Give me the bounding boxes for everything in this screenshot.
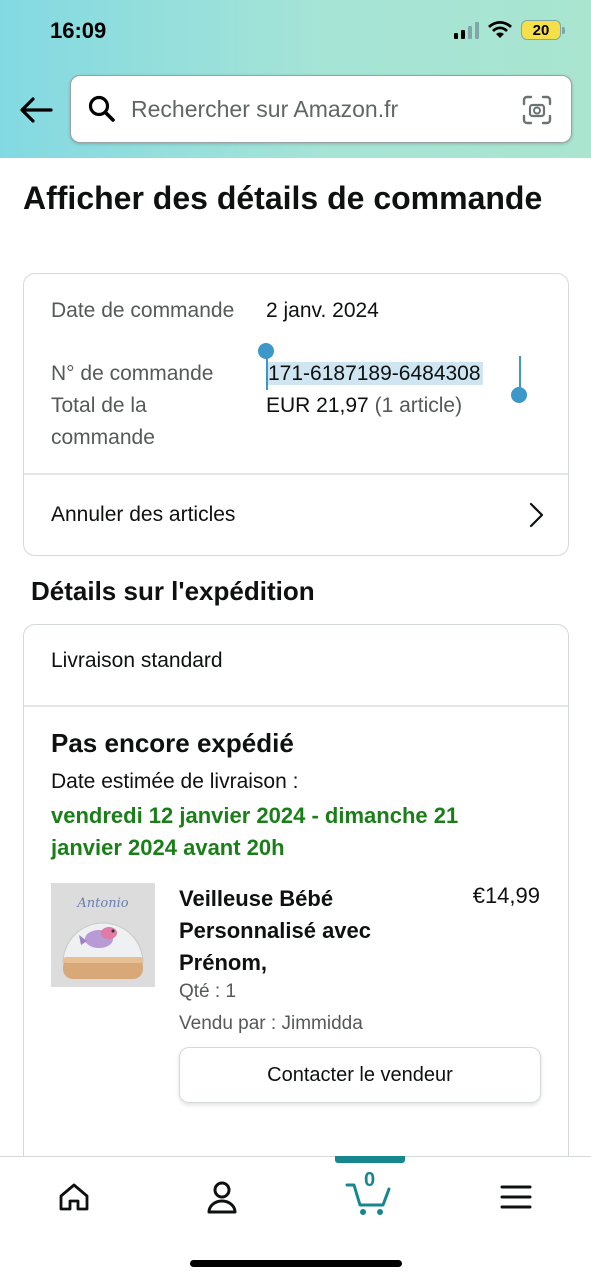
order-total-label: Total de la commande bbox=[51, 394, 155, 449]
order-date-label: Date de commande bbox=[51, 299, 235, 322]
camera-scan-icon[interactable] bbox=[521, 94, 553, 126]
night-light-illustration: Antonio bbox=[51, 883, 155, 987]
product-price: €14,99 bbox=[472, 883, 540, 908]
order-total-amount: EUR 21,97 bbox=[266, 394, 369, 417]
order-item-count: (1 article) bbox=[374, 394, 463, 417]
chevron-right-icon bbox=[529, 502, 544, 528]
shipment-status: Pas encore expédié bbox=[51, 728, 294, 758]
contact-seller-button[interactable]: Contacter le vendeur bbox=[179, 1047, 541, 1103]
search-input[interactable] bbox=[131, 95, 501, 123]
nav-account[interactable] bbox=[198, 1175, 246, 1219]
product-title[interactable]: Veilleuse Bébé Personnalisé avec Prénom, bbox=[179, 883, 429, 979]
product-image[interactable]: Antonio bbox=[51, 883, 155, 987]
order-number-label: N° de commande bbox=[51, 362, 214, 385]
product-image-text: Antonio bbox=[76, 896, 128, 911]
order-number-value[interactable]: 171-6187189-6484308 bbox=[266, 358, 483, 390]
product-seller: Vendu par : Jimmidda bbox=[179, 1013, 363, 1034]
selected-text[interactable]: 171-6187189-6484308 bbox=[266, 362, 483, 385]
account-icon bbox=[207, 1181, 237, 1214]
home-icon bbox=[59, 1183, 89, 1211]
order-total-value: EUR 21,97 (1 article) bbox=[266, 390, 462, 422]
search-bar[interactable] bbox=[70, 75, 572, 143]
signal-icon bbox=[454, 21, 479, 39]
active-tab-indicator bbox=[335, 1156, 405, 1163]
shipping-type: Livraison standard bbox=[51, 649, 223, 672]
divider bbox=[24, 705, 568, 707]
cart-count-badge: 0 bbox=[364, 1169, 376, 1191]
selection-start-handle[interactable] bbox=[258, 343, 274, 359]
order-date-value: 2 janv. 2024 bbox=[266, 299, 379, 322]
shipping-section-title: Détails sur l'expédition bbox=[31, 576, 315, 606]
nav-menu[interactable] bbox=[492, 1175, 540, 1219]
search-icon[interactable] bbox=[87, 94, 117, 124]
delivery-estimate-label: Date estimée de livraison : bbox=[51, 770, 299, 793]
status-time: 16:09 bbox=[50, 18, 107, 43]
order-summary-card: Date de commande 2 janv. 2024 N° de comm… bbox=[23, 273, 569, 556]
top-bar: 16:09 20 bbox=[0, 0, 591, 158]
home-indicator[interactable] bbox=[190, 1260, 402, 1267]
cancel-items-label: Annuler des articles bbox=[51, 503, 236, 526]
menu-icon bbox=[500, 1185, 532, 1209]
battery-level: 20 bbox=[532, 21, 550, 39]
nav-home[interactable] bbox=[50, 1175, 98, 1219]
shipment-card: Livraison standard Pas encore expédié Da… bbox=[23, 624, 569, 1184]
back-arrow-icon bbox=[20, 97, 53, 123]
selection-end-handle[interactable] bbox=[511, 387, 527, 403]
cancel-items-row[interactable]: Annuler des articles bbox=[24, 475, 568, 555]
wifi-icon bbox=[488, 21, 512, 38]
status-icons: 20 bbox=[454, 20, 565, 40]
page-title: Afficher des détails de commande bbox=[23, 180, 543, 216]
battery-icon: 20 bbox=[521, 20, 565, 40]
product-quantity: Qté : 1 bbox=[179, 981, 237, 1002]
delivery-estimate-date: vendredi 12 janvier 2024 - dimanche 21 j… bbox=[51, 803, 459, 860]
back-button[interactable] bbox=[18, 92, 54, 128]
